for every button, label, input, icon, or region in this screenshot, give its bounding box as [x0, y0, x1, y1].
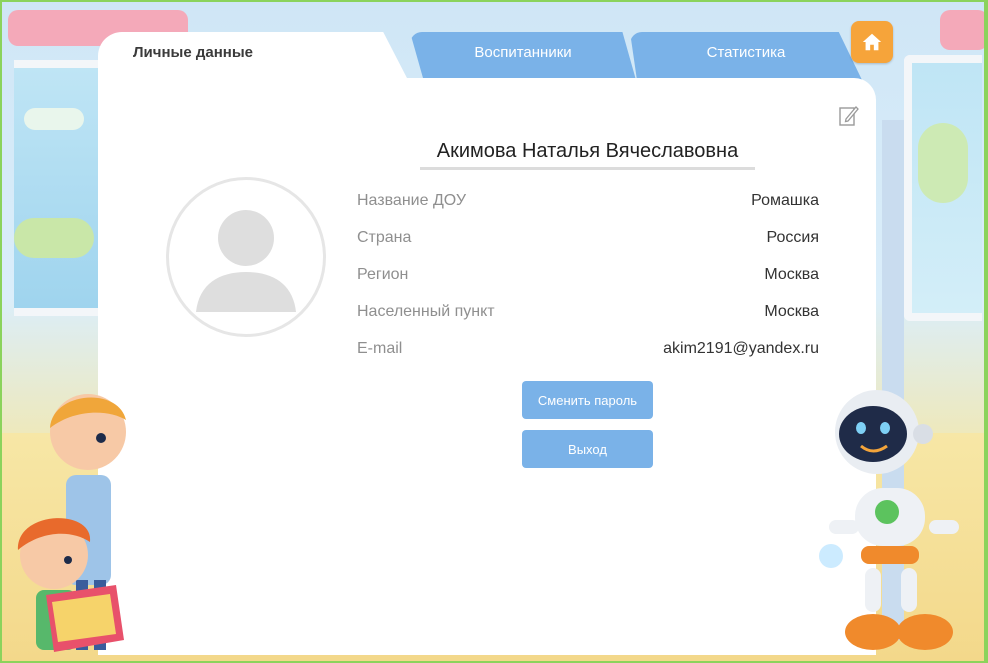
logout-button[interactable]: Выход — [522, 430, 653, 468]
field-value: Москва — [764, 266, 819, 283]
avatar[interactable] — [166, 177, 326, 337]
tab-personal-data[interactable]: Личные данные — [98, 32, 408, 80]
background-curtain-right — [940, 10, 988, 50]
field-value: Москва — [764, 303, 819, 320]
field-row-dou: Название ДОУ Ромашка — [357, 192, 819, 216]
tab-label: Личные данные — [133, 43, 253, 61]
field-label: E-mail — [357, 340, 403, 357]
tab-label: Статистика — [706, 43, 786, 61]
field-label: Название ДОУ — [357, 192, 467, 209]
robot-illustration — [819, 390, 959, 650]
field-row-region: Регион Москва — [357, 266, 819, 290]
field-value: akim2191@yandex.ru — [663, 340, 819, 357]
field-row-city: Населенный пункт Москва — [357, 303, 819, 327]
home-icon — [862, 33, 882, 51]
field-value: Ромашка — [751, 192, 819, 209]
kids-illustration — [17, 394, 126, 652]
user-full-name: Акимова Наталья Вячеславовна — [420, 140, 755, 170]
field-row-email: E-mail akim2191@yandex.ru — [357, 340, 819, 364]
tab-pupils[interactable]: Воспитанники — [410, 32, 636, 80]
background-window-right — [904, 55, 982, 321]
tab-label: Воспитанники — [474, 43, 572, 61]
home-button[interactable] — [851, 21, 893, 63]
user-avatar-icon — [196, 210, 296, 312]
app-screen: Личные данные Воспитанники Статистика Ак… — [0, 0, 988, 663]
change-password-button[interactable]: Сменить пароль — [522, 381, 653, 419]
field-label: Регион — [357, 266, 409, 283]
field-value: Россия — [766, 229, 819, 246]
field-label: Населенный пункт — [357, 303, 495, 320]
tab-statistics[interactable]: Статистика — [630, 32, 862, 80]
edit-icon[interactable] — [838, 104, 860, 128]
field-label: Страна — [357, 229, 412, 246]
field-row-country: Страна Россия — [357, 229, 819, 253]
